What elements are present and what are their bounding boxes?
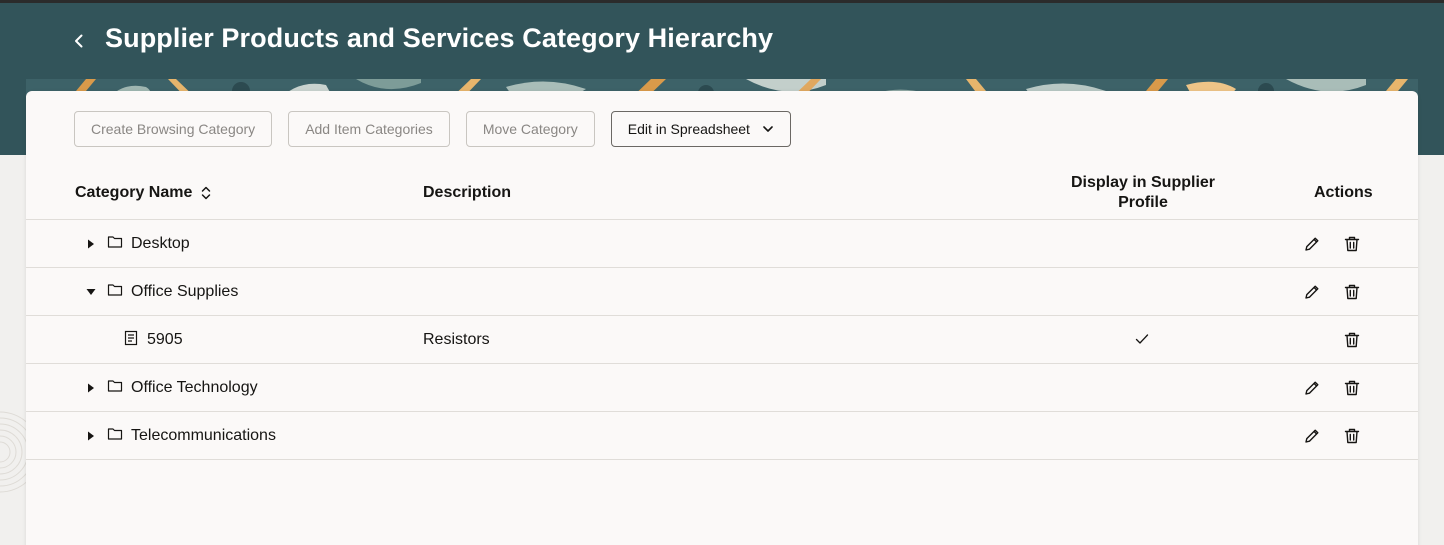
edit-button[interactable] bbox=[1302, 234, 1322, 254]
folder-icon bbox=[107, 236, 123, 248]
background-pattern bbox=[0, 411, 26, 493]
caret-right-icon[interactable] bbox=[84, 381, 98, 395]
trash-icon bbox=[1344, 236, 1360, 252]
folder-icon bbox=[107, 284, 123, 296]
folder-icon bbox=[107, 428, 123, 440]
checkmark-icon bbox=[1135, 334, 1149, 344]
edit-button[interactable] bbox=[1302, 378, 1322, 398]
pencil-icon bbox=[1305, 429, 1319, 443]
pencil-icon bbox=[1305, 381, 1319, 395]
column-header-display-in-supplier-profile: Display in Supplier Profile bbox=[1070, 174, 1216, 211]
category-description: Resistors bbox=[423, 331, 490, 348]
edit-button[interactable] bbox=[1302, 282, 1322, 302]
trash-icon bbox=[1344, 428, 1360, 444]
column-header-category-name-label: Category Name bbox=[75, 184, 193, 201]
column-header-actions: Actions bbox=[1314, 184, 1373, 201]
category-name: Office Supplies bbox=[131, 283, 239, 300]
column-header-category-name[interactable]: Category Name bbox=[75, 184, 212, 202]
move-category-button[interactable]: Move Category bbox=[465, 111, 595, 147]
table-row[interactable]: Desktop bbox=[26, 220, 1418, 268]
table-row[interactable]: 5905 Resistors bbox=[26, 316, 1418, 364]
category-name: Office Technology bbox=[131, 379, 258, 396]
add-item-categories-button[interactable]: Add Item Categories bbox=[288, 111, 450, 147]
caret-right-icon[interactable] bbox=[84, 429, 98, 443]
table-row[interactable]: Office Supplies bbox=[26, 268, 1418, 316]
delete-button[interactable] bbox=[1342, 234, 1362, 254]
edit-in-spreadsheet-label: Edit in Spreadsheet bbox=[627, 121, 750, 137]
document-icon bbox=[124, 330, 138, 346]
delete-button[interactable] bbox=[1342, 282, 1362, 302]
sort-icon[interactable] bbox=[200, 186, 212, 200]
column-header-description: Description bbox=[423, 184, 512, 201]
pencil-icon bbox=[1305, 237, 1319, 251]
table-header: Category Name Description Display in Sup… bbox=[26, 163, 1418, 220]
pencil-icon bbox=[1305, 285, 1319, 299]
create-browsing-category-button[interactable]: Create Browsing Category bbox=[74, 111, 273, 147]
caret-down-icon[interactable] bbox=[84, 285, 98, 299]
delete-button[interactable] bbox=[1342, 426, 1362, 446]
page-title: Supplier Products and Services Category … bbox=[105, 23, 774, 53]
category-name: 5905 bbox=[147, 331, 183, 348]
edit-in-spreadsheet-button[interactable]: Edit in Spreadsheet bbox=[610, 111, 791, 147]
trash-icon bbox=[1344, 380, 1360, 396]
trash-icon bbox=[1344, 332, 1360, 348]
delete-button[interactable] bbox=[1342, 330, 1362, 350]
folder-icon bbox=[107, 380, 123, 392]
category-name: Telecommunications bbox=[131, 427, 276, 444]
table-row[interactable]: Office Technology bbox=[26, 364, 1418, 412]
content-panel: Create Browsing Category Add Item Catego… bbox=[26, 91, 1418, 545]
table-row[interactable]: Telecommunications bbox=[26, 412, 1418, 460]
toolbar: Create Browsing Category Add Item Catego… bbox=[74, 111, 791, 147]
chevron-down-icon bbox=[762, 123, 774, 135]
category-name: Desktop bbox=[131, 235, 190, 252]
caret-right-icon[interactable] bbox=[84, 237, 98, 251]
category-table: Category Name Description Display in Sup… bbox=[26, 163, 1418, 460]
back-button[interactable] bbox=[62, 24, 96, 58]
trash-icon bbox=[1344, 284, 1360, 300]
chevron-left-icon bbox=[75, 34, 83, 48]
edit-button[interactable] bbox=[1302, 426, 1322, 446]
delete-button[interactable] bbox=[1342, 378, 1362, 398]
